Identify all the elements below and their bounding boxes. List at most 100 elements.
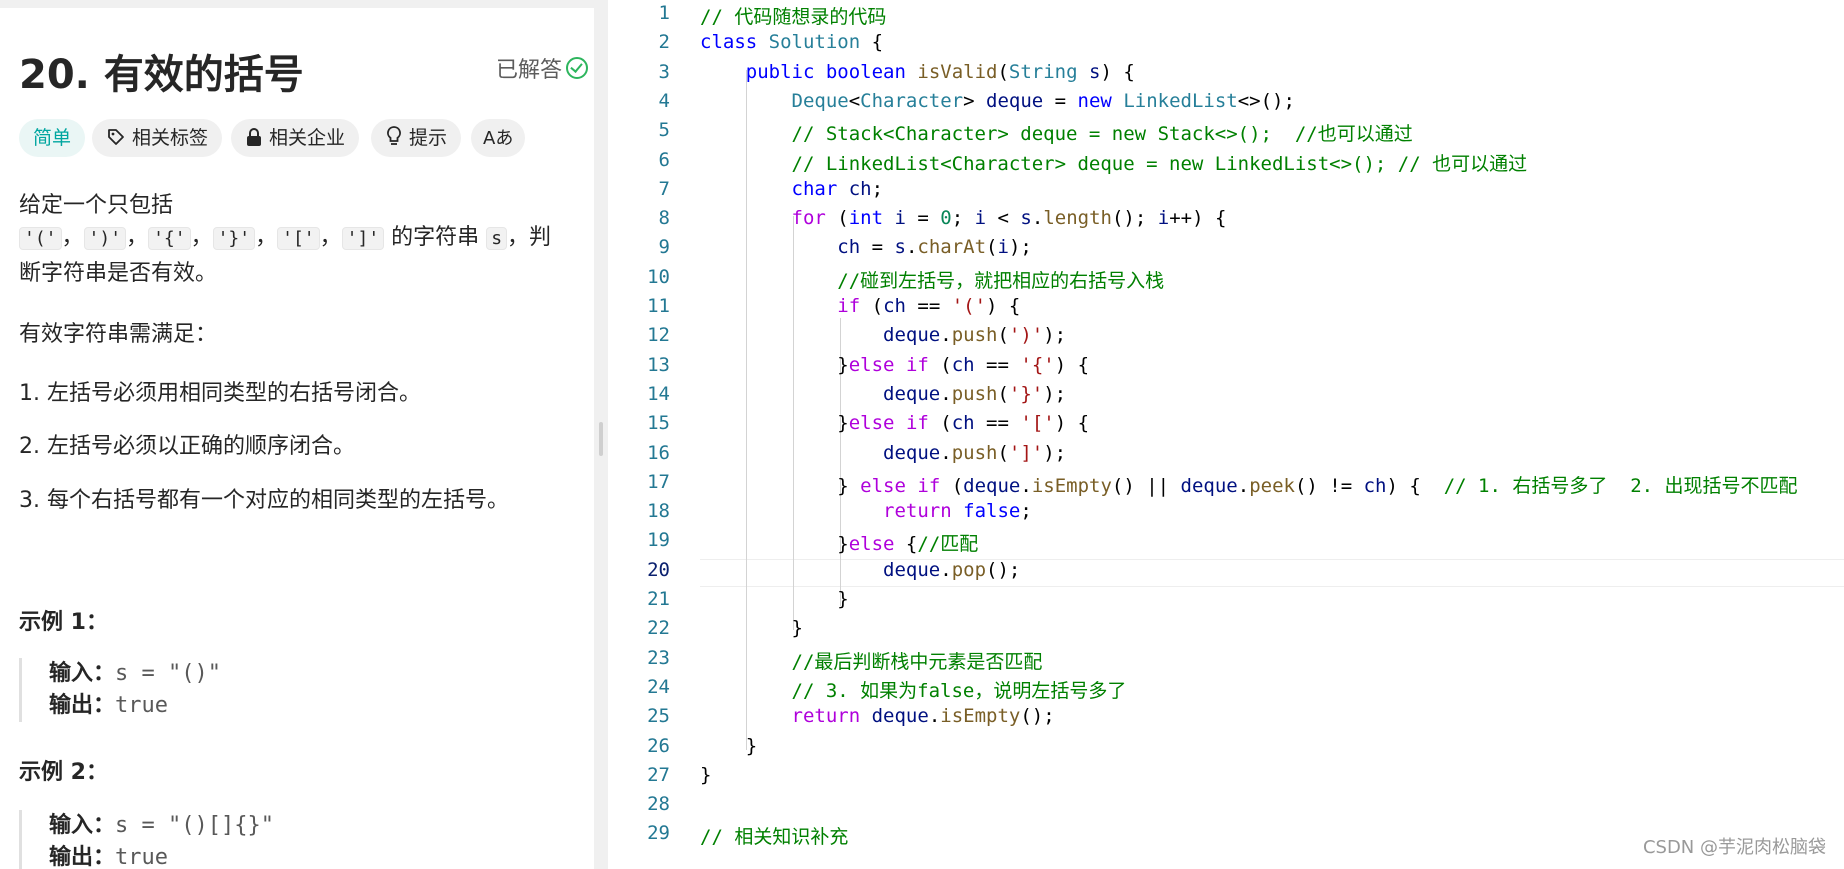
code-line[interactable]: // LinkedList<Character> deque = new Lin… <box>700 149 1528 176</box>
difficulty-tag[interactable]: 简单 <box>19 119 86 157</box>
code-line[interactable]: // 相关知识补充 <box>700 822 848 849</box>
line-number: 10 <box>647 266 670 288</box>
char-chip: '}' <box>212 227 256 250</box>
code-token: } <box>700 412 849 434</box>
code-token: } <box>700 764 712 786</box>
input-label: 输入： <box>49 661 116 686</box>
line-number: 23 <box>647 647 670 669</box>
splitter-grip[interactable] <box>599 422 603 456</box>
output-label: 输出： <box>49 845 116 869</box>
related-tags-button[interactable]: 相关标签 <box>92 119 223 157</box>
code-line[interactable]: //最后判断栈中元素是否匹配 <box>700 647 1043 674</box>
hint-button[interactable]: 提示 <box>371 119 462 157</box>
code-editor[interactable]: 1// 代码随想录的代码 2 class Solution {3 public bo… <box>608 0 1844 869</box>
code-line[interactable]: //碰到左括号，就把相应的右括号入栈 <box>700 266 1164 293</box>
description-line-1: 给定一个只包括 <box>19 193 174 218</box>
code-line[interactable]: } <box>700 617 803 639</box>
line-number: 11 <box>647 295 670 317</box>
line-number: 9 <box>658 236 670 258</box>
related-companies-button[interactable]: 相关企业 <box>231 119 360 157</box>
code-line[interactable]: // 代码随想录的代码 <box>700 2 886 29</box>
input-label: 输入： <box>49 813 116 838</box>
line-number: 1 <box>658 2 670 24</box>
difficulty-label: 简单 <box>33 127 72 149</box>
code-token: if <box>905 354 929 376</box>
code-token: } <box>700 354 849 376</box>
code-line[interactable]: class Solution { <box>700 31 883 53</box>
code-line[interactable]: }else {//匹配 <box>700 529 978 556</box>
desc-judge: ，判 <box>507 225 552 250</box>
code-line[interactable]: public boolean isValid(String s) { <box>700 61 1135 83</box>
code-line[interactable]: // Stack<Character> deque = new Stack<>(… <box>700 119 1413 146</box>
code-token: (); <box>986 559 1021 581</box>
code-line[interactable]: ch = s.charAt(i); <box>700 236 1032 258</box>
code-token: deque <box>963 475 1021 497</box>
code-line[interactable]: } <box>700 588 848 610</box>
code-line[interactable]: } else if (deque.isEmpty() || deque.peek… <box>700 471 1797 498</box>
code-token: ++) { <box>1169 207 1227 229</box>
code-token: <>(); <box>1237 90 1295 112</box>
code-line[interactable]: if (ch == '(') { <box>700 295 1020 317</box>
input-value: s = "()" <box>115 661 221 686</box>
code-line[interactable]: return false; <box>700 500 1032 522</box>
code-line[interactable]: char ch; <box>700 178 884 200</box>
code-token: //碰到左括号，就把相应的右括号入栈 <box>837 270 1165 292</box>
code-line[interactable]: } <box>700 735 757 757</box>
code-token: ch <box>951 354 975 376</box>
code-line[interactable]: Deque<Character> deque = new LinkedList<… <box>700 90 1295 112</box>
code-token: // 相关知识补充 <box>700 826 849 848</box>
code-token: i <box>997 236 1009 258</box>
code-token: String <box>1008 61 1078 83</box>
code-token: i <box>894 207 906 229</box>
code-token: . <box>940 559 952 581</box>
code-line[interactable]: }else if (ch == '[') { <box>700 412 1089 434</box>
code-token: if <box>917 475 941 497</box>
code-token: . <box>940 442 952 464</box>
code-line[interactable]: deque.push(')'); <box>700 324 1066 346</box>
code-line[interactable]: return deque.isEmpty(); <box>700 705 1055 727</box>
code-token: peek <box>1249 475 1295 497</box>
separator: ， <box>190 225 213 250</box>
code-line[interactable]: deque.push(']'); <box>700 442 1066 464</box>
translate-button[interactable]: Aあ <box>471 119 526 157</box>
code-token: ); <box>1043 383 1067 405</box>
code-token: ( <box>825 207 849 229</box>
code-line[interactable]: deque.push('}'); <box>700 383 1066 405</box>
code-token: == <box>974 412 1021 434</box>
code-token: < <box>986 207 1021 229</box>
char-chip: '{' <box>148 227 191 250</box>
code-line[interactable]: // 3. 如果为false，说明左括号多了 <box>700 676 1127 703</box>
code-line[interactable]: for (int i = 0; i < s.length(); i++) { <box>700 207 1227 229</box>
example-1-title: 示例 1： <box>19 610 108 635</box>
code-token: charAt <box>917 236 987 258</box>
code-line[interactable]: deque.pop(); <box>700 559 1020 581</box>
code-token: < <box>848 90 861 112</box>
line-number: 6 <box>658 149 670 171</box>
code-token: ); <box>1043 442 1067 464</box>
code-line[interactable]: }else if (ch == '{') { <box>700 354 1089 376</box>
code-token: pop <box>951 559 987 581</box>
code-token: = <box>1043 90 1078 112</box>
code-token: deque <box>883 383 941 405</box>
code-token: 0 <box>940 207 952 229</box>
code-token: else <box>848 412 895 434</box>
code-line[interactable]: } <box>700 764 711 786</box>
code-token: length <box>1043 207 1112 229</box>
code-token: () || <box>1111 475 1181 497</box>
separator: ， <box>255 225 278 250</box>
code-token: ')' <box>1008 324 1044 346</box>
line-number: 8 <box>658 207 670 229</box>
code-token: (); <box>1020 705 1055 727</box>
description-line-2: '('， ')'， '{'， '}'， '['， ']' 的字符串 s ，判 <box>19 219 551 251</box>
panel-splitter[interactable] <box>594 0 608 869</box>
code-token: if <box>837 295 861 317</box>
code-token: . <box>928 705 941 727</box>
code-token: = <box>905 207 941 229</box>
line-number: 26 <box>647 735 670 757</box>
